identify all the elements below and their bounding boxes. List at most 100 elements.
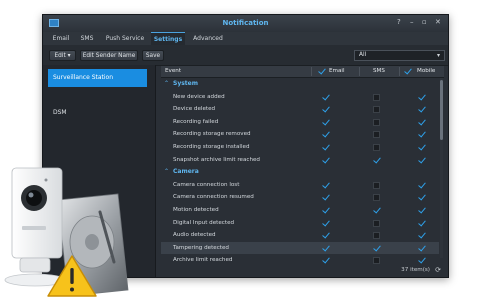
event-name: Audio detected — [173, 232, 216, 239]
item-count: 37 item(s) — [401, 267, 430, 273]
mobile-checkbox[interactable] — [418, 119, 425, 126]
group-row-system[interactable]: ⌃ System — [161, 78, 439, 91]
filter-select[interactable]: All ▾ — [354, 50, 445, 61]
event-name: Recording failed — [173, 118, 219, 125]
column-header-email[interactable]: Email — [329, 66, 345, 77]
sms-checkbox[interactable] — [373, 207, 380, 214]
email-checkbox[interactable] — [322, 207, 329, 214]
column-header-mobile[interactable]: Mobile — [417, 66, 435, 77]
table-row[interactable]: Tampering detected — [161, 241, 439, 255]
event-name: Camera connection resumed — [173, 194, 254, 201]
email-checkbox[interactable] — [322, 232, 329, 239]
event-name: Tampering detected — [173, 244, 229, 251]
mobile-checkbox[interactable] — [418, 194, 425, 201]
table-row[interactable]: Recording storage installed — [161, 141, 439, 154]
event-name: Recording storage installed — [173, 144, 250, 150]
tab-bar: Email SMS Push Service Settings Advanced — [43, 32, 448, 45]
email-checkbox[interactable] — [322, 119, 329, 126]
sms-checkbox[interactable] — [373, 219, 380, 227]
table-row[interactable]: Camera connection resumed — [161, 191, 439, 204]
sms-checkbox[interactable] — [373, 194, 380, 202]
mobile-checkbox[interactable] — [418, 182, 425, 189]
help-icon[interactable]: ? — [397, 18, 401, 26]
email-checkbox[interactable] — [322, 182, 329, 189]
scrollbar-thumb[interactable] — [440, 80, 443, 140]
refresh-icon[interactable]: ⟳ — [435, 266, 441, 274]
select-all-email-checkbox[interactable] — [318, 68, 325, 75]
email-checkbox[interactable] — [322, 131, 329, 138]
mobile-checkbox[interactable] — [418, 232, 425, 239]
sms-checkbox[interactable] — [373, 131, 380, 139]
sms-checkbox[interactable] — [373, 245, 380, 252]
column-header-event[interactable]: Event — [165, 66, 181, 77]
mobile-checkbox[interactable] — [418, 245, 425, 252]
chevron-up-icon[interactable]: ⌃ — [164, 78, 169, 91]
column-divider — [399, 67, 400, 76]
grid-header: Event Email SMS Mobile — [161, 66, 444, 78]
table-row[interactable]: Device deleted — [161, 103, 439, 116]
event-grid: Event Email SMS Mobile ⌃ System New device… — [161, 66, 444, 276]
email-checkbox[interactable] — [322, 157, 329, 164]
event-name: Recording storage removed — [173, 131, 251, 138]
select-all-mobile-checkbox[interactable] — [404, 68, 411, 75]
window-title: Notification — [222, 19, 269, 27]
column-header-sms[interactable]: SMS — [373, 66, 385, 77]
sms-checkbox[interactable] — [373, 106, 380, 114]
tab-advanced[interactable]: Advanced — [191, 32, 225, 45]
email-checkbox[interactable] — [322, 94, 329, 101]
event-name: Snapshot archive limit reached — [173, 156, 260, 163]
mobile-checkbox[interactable] — [418, 94, 425, 101]
table-row[interactable]: Recording failed — [161, 116, 439, 129]
column-divider — [311, 67, 312, 76]
mobile-checkbox[interactable] — [418, 144, 425, 151]
tab-settings[interactable]: Settings — [151, 32, 185, 45]
close-icon[interactable]: ✕ — [435, 18, 441, 26]
edit-sender-name-button[interactable]: Edit Sender Name — [80, 50, 138, 61]
tab-email[interactable]: Email — [49, 32, 73, 45]
sms-checkbox[interactable] — [373, 181, 380, 189]
grid-footer: 37 item(s) ⟳ — [161, 266, 444, 276]
sms-checkbox[interactable] — [373, 257, 380, 265]
email-checkbox[interactable] — [322, 144, 329, 151]
table-row[interactable]: Audio detected — [161, 229, 439, 242]
table-row[interactable]: Recording storage removed — [161, 128, 439, 141]
email-checkbox[interactable] — [322, 194, 329, 201]
mobile-checkbox[interactable] — [418, 106, 425, 113]
edit-dropdown-button[interactable]: Edit ▾ — [49, 50, 76, 61]
event-name: Camera connection lost — [173, 181, 240, 188]
group-label: Camera — [173, 168, 199, 176]
email-checkbox[interactable] — [322, 220, 329, 227]
mobile-checkbox[interactable] — [418, 131, 425, 138]
sms-checkbox[interactable] — [373, 93, 380, 101]
sidebar-item-dsm[interactable]: DSM — [48, 104, 147, 122]
sms-checkbox[interactable] — [373, 157, 380, 164]
sms-checkbox[interactable] — [373, 118, 380, 126]
email-checkbox[interactable] — [322, 257, 329, 264]
mobile-checkbox[interactable] — [418, 257, 425, 264]
tab-sms[interactable]: SMS — [77, 32, 97, 45]
mobile-checkbox[interactable] — [418, 207, 425, 214]
mobile-checkbox[interactable] — [418, 157, 425, 164]
sms-checkbox[interactable] — [373, 144, 380, 151]
email-checkbox[interactable] — [322, 245, 329, 252]
tab-push-service[interactable]: Push Service — [103, 32, 147, 45]
maximize-icon[interactable]: ▫ — [422, 18, 427, 26]
table-row[interactable]: Camera connection lost — [161, 179, 439, 192]
table-row[interactable]: Digital Input detected — [161, 217, 439, 230]
event-name: Digital Input detected — [173, 219, 235, 226]
toolbar: Edit ▾ Edit Sender Name Save All ▾ — [43, 45, 448, 66]
table-row[interactable]: Motion detected — [161, 204, 439, 217]
sidebar-item-surveillance-station[interactable]: Surveillance Station — [48, 69, 147, 87]
table-row[interactable]: New device added — [161, 91, 439, 104]
sms-checkbox[interactable] — [373, 232, 380, 240]
title-bar[interactable]: Notification ? – ▫ ✕ — [43, 15, 448, 32]
minimize-icon[interactable]: – — [410, 18, 414, 26]
event-name: New device added — [173, 93, 225, 100]
filter-value: All — [359, 52, 367, 58]
group-row-camera[interactable]: ⌃ Camera — [161, 166, 439, 179]
mobile-checkbox[interactable] — [418, 220, 425, 227]
chevron-up-icon[interactable]: ⌃ — [164, 166, 169, 179]
table-row[interactable]: Snapshot archive limit reached — [161, 154, 439, 167]
save-button[interactable]: Save — [142, 50, 164, 61]
email-checkbox[interactable] — [322, 106, 329, 113]
